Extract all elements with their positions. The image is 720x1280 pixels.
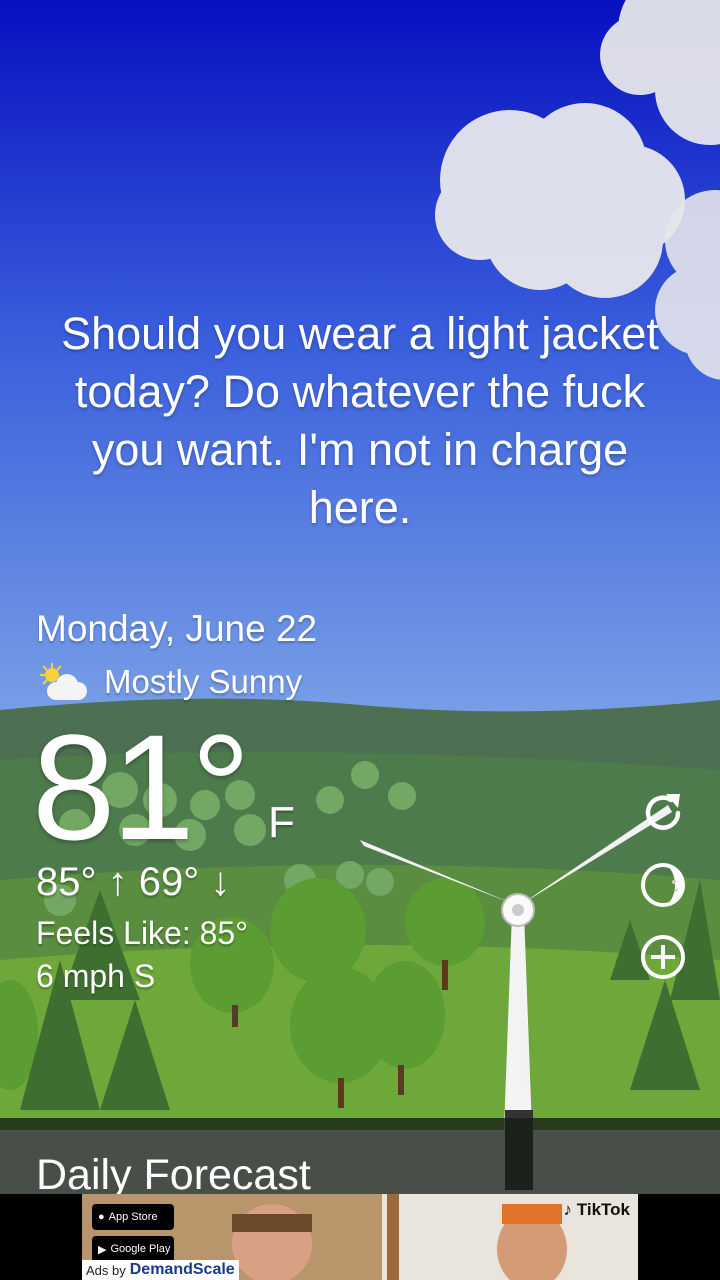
high-low-temperature: 85° ↑ 69° ↓ <box>36 860 231 904</box>
tiktok-icon: ♪ <box>563 1200 573 1219</box>
refresh-icon <box>645 794 681 830</box>
daily-forecast-title[interactable]: Daily Forecast <box>36 1150 311 1194</box>
partly-sunny-icon <box>40 663 87 700</box>
tiktok-logo: ♪ TikTok <box>563 1200 630 1219</box>
temperature-unit: F <box>268 798 295 847</box>
wind-speed: 6 mph S <box>36 958 156 994</box>
google-play-badge[interactable]: ▶ Google Play <box>92 1236 174 1262</box>
ads-by-label[interactable]: Ads by DemandScale <box>82 1260 239 1280</box>
add-location-icon <box>641 935 685 979</box>
moon-phase-button[interactable] <box>638 860 688 910</box>
moon-phase-icon <box>641 863 685 907</box>
condition-row: Mostly Sunny <box>36 660 302 704</box>
forecast-date: Monday, June 22 <box>36 608 318 649</box>
apple-icon: ● <box>98 1211 105 1223</box>
add-location-button[interactable] <box>638 932 688 982</box>
refresh-button[interactable] <box>638 788 688 838</box>
condition-text: Mostly Sunny <box>104 663 303 700</box>
advertisement-banner[interactable]: ● App Store ▶ Google Play Ads by DemandS… <box>82 1194 638 1280</box>
feels-like: Feels Like: 85° <box>36 915 249 951</box>
current-temperature: 81° <box>32 703 251 871</box>
weather-message: Should you wear a light jacket today? Do… <box>61 308 659 533</box>
app-store-badge[interactable]: ● App Store <box>92 1204 174 1230</box>
play-icon: ▶ <box>98 1243 107 1256</box>
